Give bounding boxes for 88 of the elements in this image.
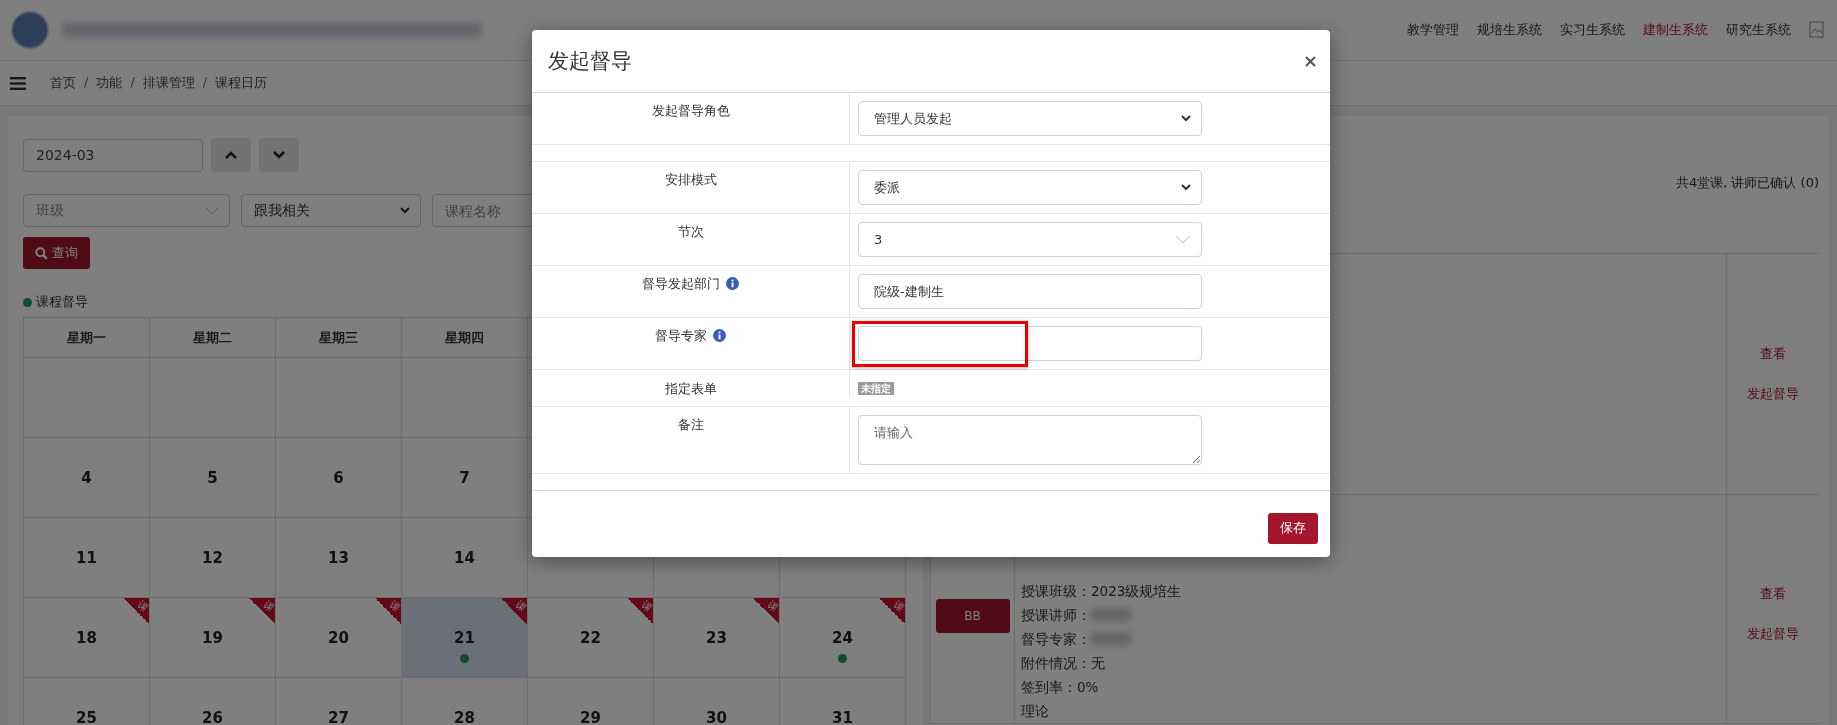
- field-label: 督导发起部门: [642, 275, 720, 293]
- course-summary: 共4堂课, 讲师已确认 (0): [1675, 174, 1819, 192]
- info-icon[interactable]: [713, 329, 726, 342]
- chevron-down-icon: [205, 206, 219, 215]
- calendar-day[interactable]: 5: [150, 438, 276, 518]
- calendar-day[interactable]: 30: [654, 678, 780, 725]
- calendar-day[interactable]: 4: [24, 438, 150, 518]
- supervision-dot: [838, 654, 847, 663]
- action-link[interactable]: 查看: [1760, 585, 1786, 603]
- field-label: 备注: [677, 416, 704, 434]
- nav-link[interactable]: 规培生系统: [1477, 21, 1542, 39]
- dropdown[interactable]: 委派: [858, 170, 1202, 205]
- calendar-day[interactable]: 28: [402, 678, 528, 725]
- field-label: 督导专家: [655, 327, 707, 345]
- breadcrumb-separator: /: [130, 74, 135, 91]
- search-button[interactable]: 查询: [23, 237, 90, 269]
- relation-select[interactable]: 跟我相关: [241, 194, 421, 227]
- calendar-day[interactable]: 13: [276, 518, 402, 598]
- nav-link[interactable]: 建制生系统: [1643, 21, 1708, 39]
- weekday-header: 星期三: [276, 318, 402, 358]
- nav-link[interactable]: 实习生系统: [1560, 21, 1625, 39]
- dialog-title: 发起督导: [548, 48, 632, 75]
- field-label: 发起督导角色: [651, 102, 730, 120]
- action-link[interactable]: 发起督导: [1747, 385, 1799, 403]
- dropdown[interactable]: 管理人员发起: [858, 101, 1202, 136]
- menu-icon[interactable]: [10, 76, 26, 90]
- calendar-day[interactable]: 26: [150, 678, 276, 725]
- weekday-header: 星期四: [402, 318, 528, 358]
- nav-link[interactable]: 研究生系统: [1726, 21, 1791, 39]
- calendar-day[interactable]: 12: [150, 518, 276, 598]
- calendar-day[interactable]: 18 课: [24, 598, 150, 678]
- course-detail: 授课班级：2023级规培生: [1021, 582, 1183, 601]
- calendar-day[interactable]: 11: [24, 518, 150, 598]
- breadcrumb-link[interactable]: 首页: [50, 74, 76, 92]
- course-detail: 督导专家：: [1021, 627, 1720, 651]
- logo-placeholder: [12, 12, 48, 48]
- month-field[interactable]: 2024-03: [23, 138, 203, 172]
- supervision-dot: [460, 654, 469, 663]
- chevron-down-icon: [1181, 184, 1191, 191]
- chevron-down-icon: [1175, 235, 1191, 244]
- breadcrumb-link[interactable]: 课程日历: [215, 74, 268, 92]
- calendar-day[interactable]: 22 课: [528, 598, 654, 678]
- chevron-up-icon: [224, 150, 238, 160]
- field-label: 安排模式: [664, 171, 717, 189]
- calendar-day[interactable]: 29: [528, 678, 654, 725]
- calendar-day[interactable]: 6: [276, 438, 402, 518]
- breadcrumb-separator: /: [84, 74, 89, 91]
- calendar-day[interactable]: 25: [24, 678, 150, 725]
- chevron-down-icon: [272, 150, 286, 160]
- calendar-day[interactable]: 19 课: [150, 598, 276, 678]
- search-icon: [35, 246, 48, 260]
- input-field[interactable]: [858, 326, 1202, 361]
- course-detail: 签到率：0%: [1021, 678, 1100, 697]
- previous-month-button[interactable]: [211, 138, 251, 172]
- legend-dot: [23, 297, 32, 307]
- class-select[interactable]: 班级: [23, 194, 230, 227]
- field-label: 节次: [677, 223, 704, 241]
- nav-link[interactable]: 教学管理: [1407, 21, 1459, 39]
- chevron-down-icon: [400, 207, 410, 214]
- status-tag: 未指定: [858, 382, 894, 395]
- save-button[interactable]: 保存: [1268, 512, 1318, 544]
- breadcrumb-separator: /: [202, 74, 208, 91]
- input-field[interactable]: 院级-建制生: [858, 274, 1202, 309]
- chevron-down-icon: [1181, 115, 1191, 122]
- legend-label: 课程督导: [36, 293, 88, 311]
- close-icon[interactable]: [1305, 55, 1316, 67]
- calendar-day[interactable]: 7: [402, 438, 528, 518]
- notes-field[interactable]: 请输入: [858, 415, 1202, 465]
- action-link[interactable]: 查看: [1760, 345, 1786, 363]
- dropdown[interactable]: 3: [858, 222, 1202, 257]
- course-detail: 理论: [1021, 702, 1050, 721]
- broken-image-icon: [1809, 21, 1825, 39]
- weekday-header: 星期一: [24, 318, 150, 358]
- info-icon[interactable]: [726, 277, 739, 290]
- field-label: 指定表单: [664, 380, 717, 398]
- calendar-day[interactable]: 23 课: [654, 598, 780, 678]
- breadcrumb-link[interactable]: 功能: [96, 74, 123, 92]
- action-link[interactable]: 发起督导: [1747, 625, 1799, 643]
- calendar-day[interactable]: 27: [276, 678, 402, 725]
- course-detail: 授课讲师：: [1021, 603, 1720, 627]
- calendar-day[interactable]: 21 课: [402, 598, 528, 678]
- next-month-button[interactable]: [259, 138, 299, 172]
- breadcrumb-link[interactable]: 排课管理: [142, 74, 195, 92]
- calendar-day[interactable]: 24 课: [780, 598, 906, 678]
- course-tag-button[interactable]: BB: [935, 599, 1010, 633]
- weekday-header: 星期二: [150, 318, 276, 358]
- course-detail: 附件情况：无: [1021, 654, 1106, 673]
- calendar-day[interactable]: 31: [780, 678, 906, 725]
